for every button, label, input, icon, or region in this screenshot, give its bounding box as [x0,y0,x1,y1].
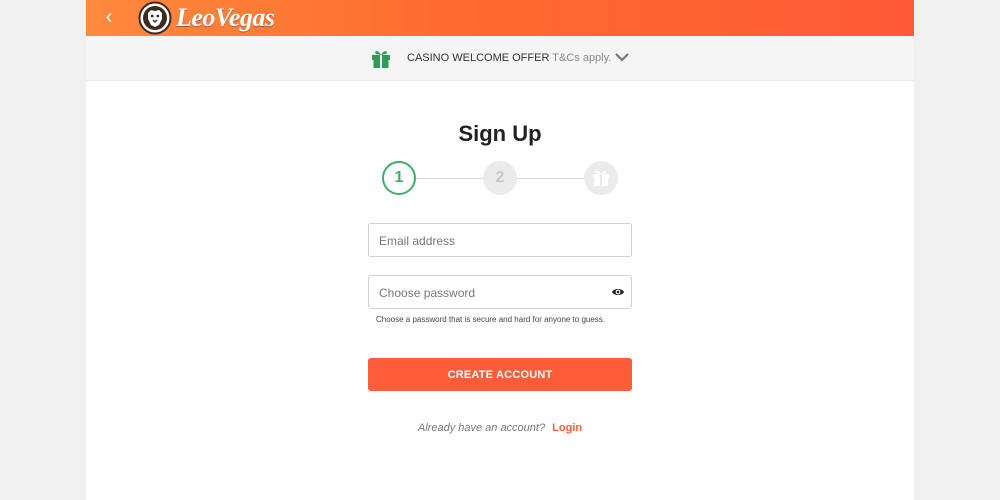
eye-icon[interactable] [611,285,625,299]
back-button[interactable]: ‹ [98,6,120,28]
offer-terms: T&Cs apply. [552,52,612,64]
email-input[interactable] [377,225,601,257]
password-hint: Choose a password that is secure and har… [376,315,606,324]
brand-wordmark: LeoVegas [176,3,275,32]
step-connector [517,178,584,179]
step-2: 2 [483,161,517,195]
lion-logo-icon [138,1,172,35]
offer-title: CASINO WELCOME OFFER [407,52,550,64]
brand-logo[interactable]: LeoVegas [138,1,275,35]
welcome-offer-bar[interactable]: CASINO WELCOME OFFER T&Cs apply. [86,36,914,81]
offer-text: CASINO WELCOME OFFER T&Cs apply. [407,52,611,64]
top-bar: ‹ LeoVegas [86,0,914,36]
gift-icon [593,170,609,186]
signup-page: ‹ LeoVegas CASINO WELCOME OFFER T&Cs app… [86,0,914,500]
login-link[interactable]: Login [552,422,582,434]
password-field[interactable] [368,275,632,309]
email-field[interactable] [368,223,632,257]
step-connector [416,178,483,179]
chevron-down-icon[interactable] [614,51,630,63]
gift-icon [372,51,390,68]
login-prompt-row: Already have an account? Login [86,422,914,434]
step-3-reward [584,161,618,195]
step-1: 1 [382,161,416,195]
page-title: Sign Up [458,121,542,146]
password-input[interactable] [377,277,601,309]
login-prompt: Already have an account? [417,422,546,434]
signup-progress: 1 2 [382,161,618,195]
create-account-button[interactable]: CREATE ACCOUNT [368,358,632,391]
